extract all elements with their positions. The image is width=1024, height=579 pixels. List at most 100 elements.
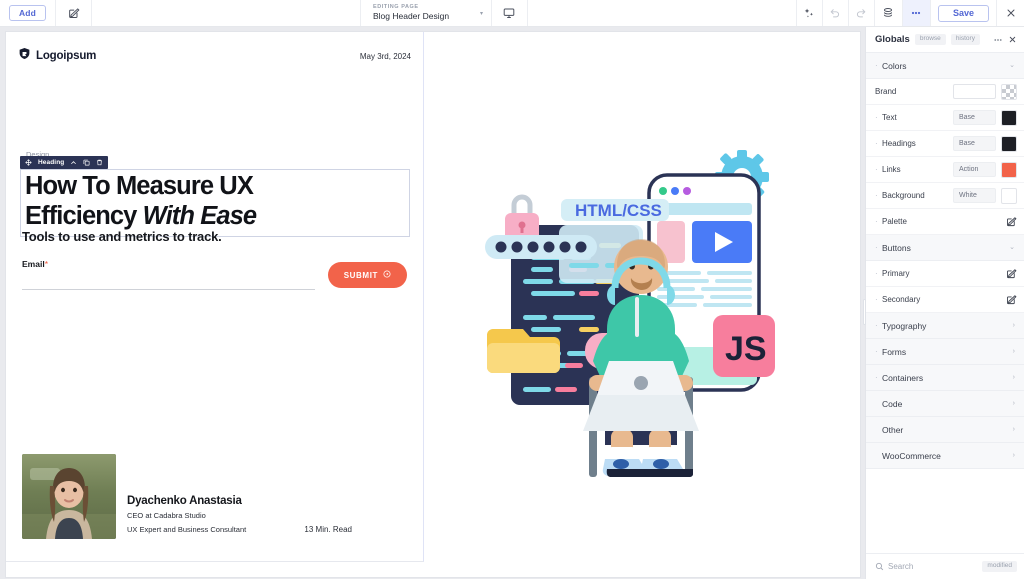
device-preview-button[interactable]	[492, 0, 528, 26]
section-containers[interactable]: · Containers ›	[866, 365, 1024, 391]
subheadline-text[interactable]: Tools to use and metrics to track.	[22, 229, 222, 244]
chevron-up-icon[interactable]	[70, 159, 77, 166]
row-dot: ·	[875, 191, 878, 200]
author-meta-row: UX Expert and Business Consultant 13 Min…	[127, 521, 408, 535]
row-background[interactable]: · Background White	[866, 183, 1024, 209]
history-chip[interactable]: history	[950, 33, 980, 46]
email-label: Email	[22, 259, 45, 269]
section-dot: ·	[875, 373, 878, 382]
headline-line1: How To Measure UX	[25, 172, 254, 200]
more-options-button[interactable]	[901, 0, 930, 26]
undo-button[interactable]	[821, 0, 848, 26]
toolbar-spacer-right	[528, 0, 796, 26]
section-code-label: Code	[882, 398, 903, 409]
page-preview-frame: Logoipsum May 3rd, 2024 Design Heading H…	[6, 32, 860, 577]
panel-header: Globals browse history	[866, 27, 1024, 53]
row-links[interactable]: · Links Action	[866, 157, 1024, 183]
shield-logo-icon	[18, 47, 31, 65]
selection-label: Heading	[38, 159, 65, 166]
dots-bar	[485, 235, 597, 259]
trash-icon[interactable]	[96, 159, 103, 166]
heading-element[interactable]: How To Measure UX Efficiency With Ease	[20, 169, 410, 237]
desktop-icon	[503, 7, 515, 19]
row-brand-swatch[interactable]	[1001, 83, 1017, 100]
row-background-value[interactable]: White	[953, 188, 996, 203]
row-background-label: Background	[882, 191, 925, 200]
author-role-line2: UX Expert and Business Consultant	[127, 524, 247, 534]
primary-edit-icon[interactable]	[1006, 268, 1017, 279]
toolbar-center-group: EDITING PAGE Blog Header Design ▾	[359, 0, 528, 26]
row-headings-value[interactable]: Base	[953, 136, 996, 151]
row-headings[interactable]: · Headings Base	[866, 131, 1024, 157]
section-other[interactable]: Other ›	[866, 417, 1024, 443]
row-dot: ·	[875, 295, 878, 304]
row-background-swatch[interactable]	[1001, 187, 1017, 204]
redo-button[interactable]	[847, 0, 874, 26]
section-containers-label: Containers	[882, 372, 924, 383]
row-headings-swatch[interactable]	[1001, 135, 1017, 152]
panel-resize-bar	[862, 299, 866, 325]
search-input[interactable]: Search	[875, 558, 977, 576]
search-placeholder: Search	[888, 562, 914, 571]
layers-icon	[882, 7, 894, 19]
submit-button[interactable]: SUBMIT	[327, 262, 407, 288]
panel-title: Globals	[875, 34, 910, 45]
page-selector[interactable]: EDITING PAGE Blog Header Design ▾	[359, 0, 492, 26]
edit-page-button[interactable]	[56, 0, 92, 26]
save-button[interactable]: Save	[937, 4, 989, 22]
section-typography[interactable]: · Typography ›	[866, 313, 1024, 339]
modified-chip[interactable]: modified	[982, 560, 1017, 573]
save-button-cell: Save	[929, 0, 996, 26]
avatar	[22, 454, 116, 539]
email-input[interactable]	[22, 289, 315, 290]
developer-illustration: HTML/CSS JS	[485, 147, 805, 477]
row-palette[interactable]: · Palette	[866, 209, 1024, 235]
section-code[interactable]: Code ›	[866, 391, 1024, 417]
section-other-label: Other	[882, 424, 904, 435]
section-woocommerce[interactable]: WooCommerce ›	[866, 443, 1024, 469]
row-brand[interactable]: Brand	[866, 79, 1024, 105]
illustration-block[interactable]: HTML/CSS JS	[425, 32, 860, 562]
toolbar-spacer-left	[92, 0, 360, 26]
close-editor-button[interactable]	[996, 0, 1024, 26]
site-logo[interactable]: Logoipsum	[18, 47, 96, 65]
add-button-cell: Add	[0, 0, 56, 26]
add-button[interactable]: Add	[8, 4, 47, 22]
row-text-value[interactable]: Base	[953, 110, 996, 125]
svg-text:JS: JS	[725, 330, 767, 368]
section-colors[interactable]: · Colors ⌄	[866, 53, 1024, 79]
row-links-label: Links	[882, 165, 901, 174]
row-secondary[interactable]: · Secondary	[866, 287, 1024, 313]
section-buttons[interactable]: · Buttons ⌄	[866, 235, 1024, 261]
row-primary[interactable]: · Primary	[866, 261, 1024, 287]
js-badge: JS	[713, 315, 775, 377]
search-icon	[875, 558, 884, 576]
article-block[interactable]: Logoipsum May 3rd, 2024 Design Heading H…	[6, 32, 424, 562]
panel-footer: Search modified	[866, 553, 1024, 579]
section-forms[interactable]: · Forms ›	[866, 339, 1024, 365]
element-selection-toolbar[interactable]: Heading	[20, 156, 109, 169]
toolbar-right-group: Save	[795, 0, 1024, 26]
row-text-swatch[interactable]	[1001, 109, 1017, 126]
panel-more-button[interactable]	[993, 35, 1003, 45]
palette-edit-icon[interactable]	[1006, 216, 1017, 227]
panel-close-button[interactable]	[1008, 35, 1017, 44]
row-dot: ·	[875, 165, 878, 174]
row-brand-value[interactable]	[953, 84, 996, 99]
layers-button[interactable]	[873, 0, 902, 26]
row-links-swatch[interactable]	[1001, 161, 1017, 178]
more-dots-icon	[910, 7, 922, 19]
secondary-edit-icon[interactable]	[1006, 294, 1017, 305]
read-time: 13 Min. Read	[304, 525, 352, 534]
row-links-value[interactable]: Action	[953, 162, 996, 177]
chevron-right-icon: ›	[1012, 374, 1015, 381]
magic-tools-button[interactable]	[795, 0, 822, 26]
chevron-right-icon: ›	[1012, 322, 1015, 329]
panel-resize-handle[interactable]	[862, 292, 866, 332]
browse-chip[interactable]: browse	[914, 33, 946, 46]
move-icon[interactable]	[25, 159, 32, 166]
row-text[interactable]: · Text Base	[866, 105, 1024, 131]
author-text: Dyachenko Anastasia CEO at Cadabra Studi…	[127, 495, 408, 540]
duplicate-icon[interactable]	[83, 159, 90, 166]
section-buttons-label: Buttons	[882, 242, 911, 253]
